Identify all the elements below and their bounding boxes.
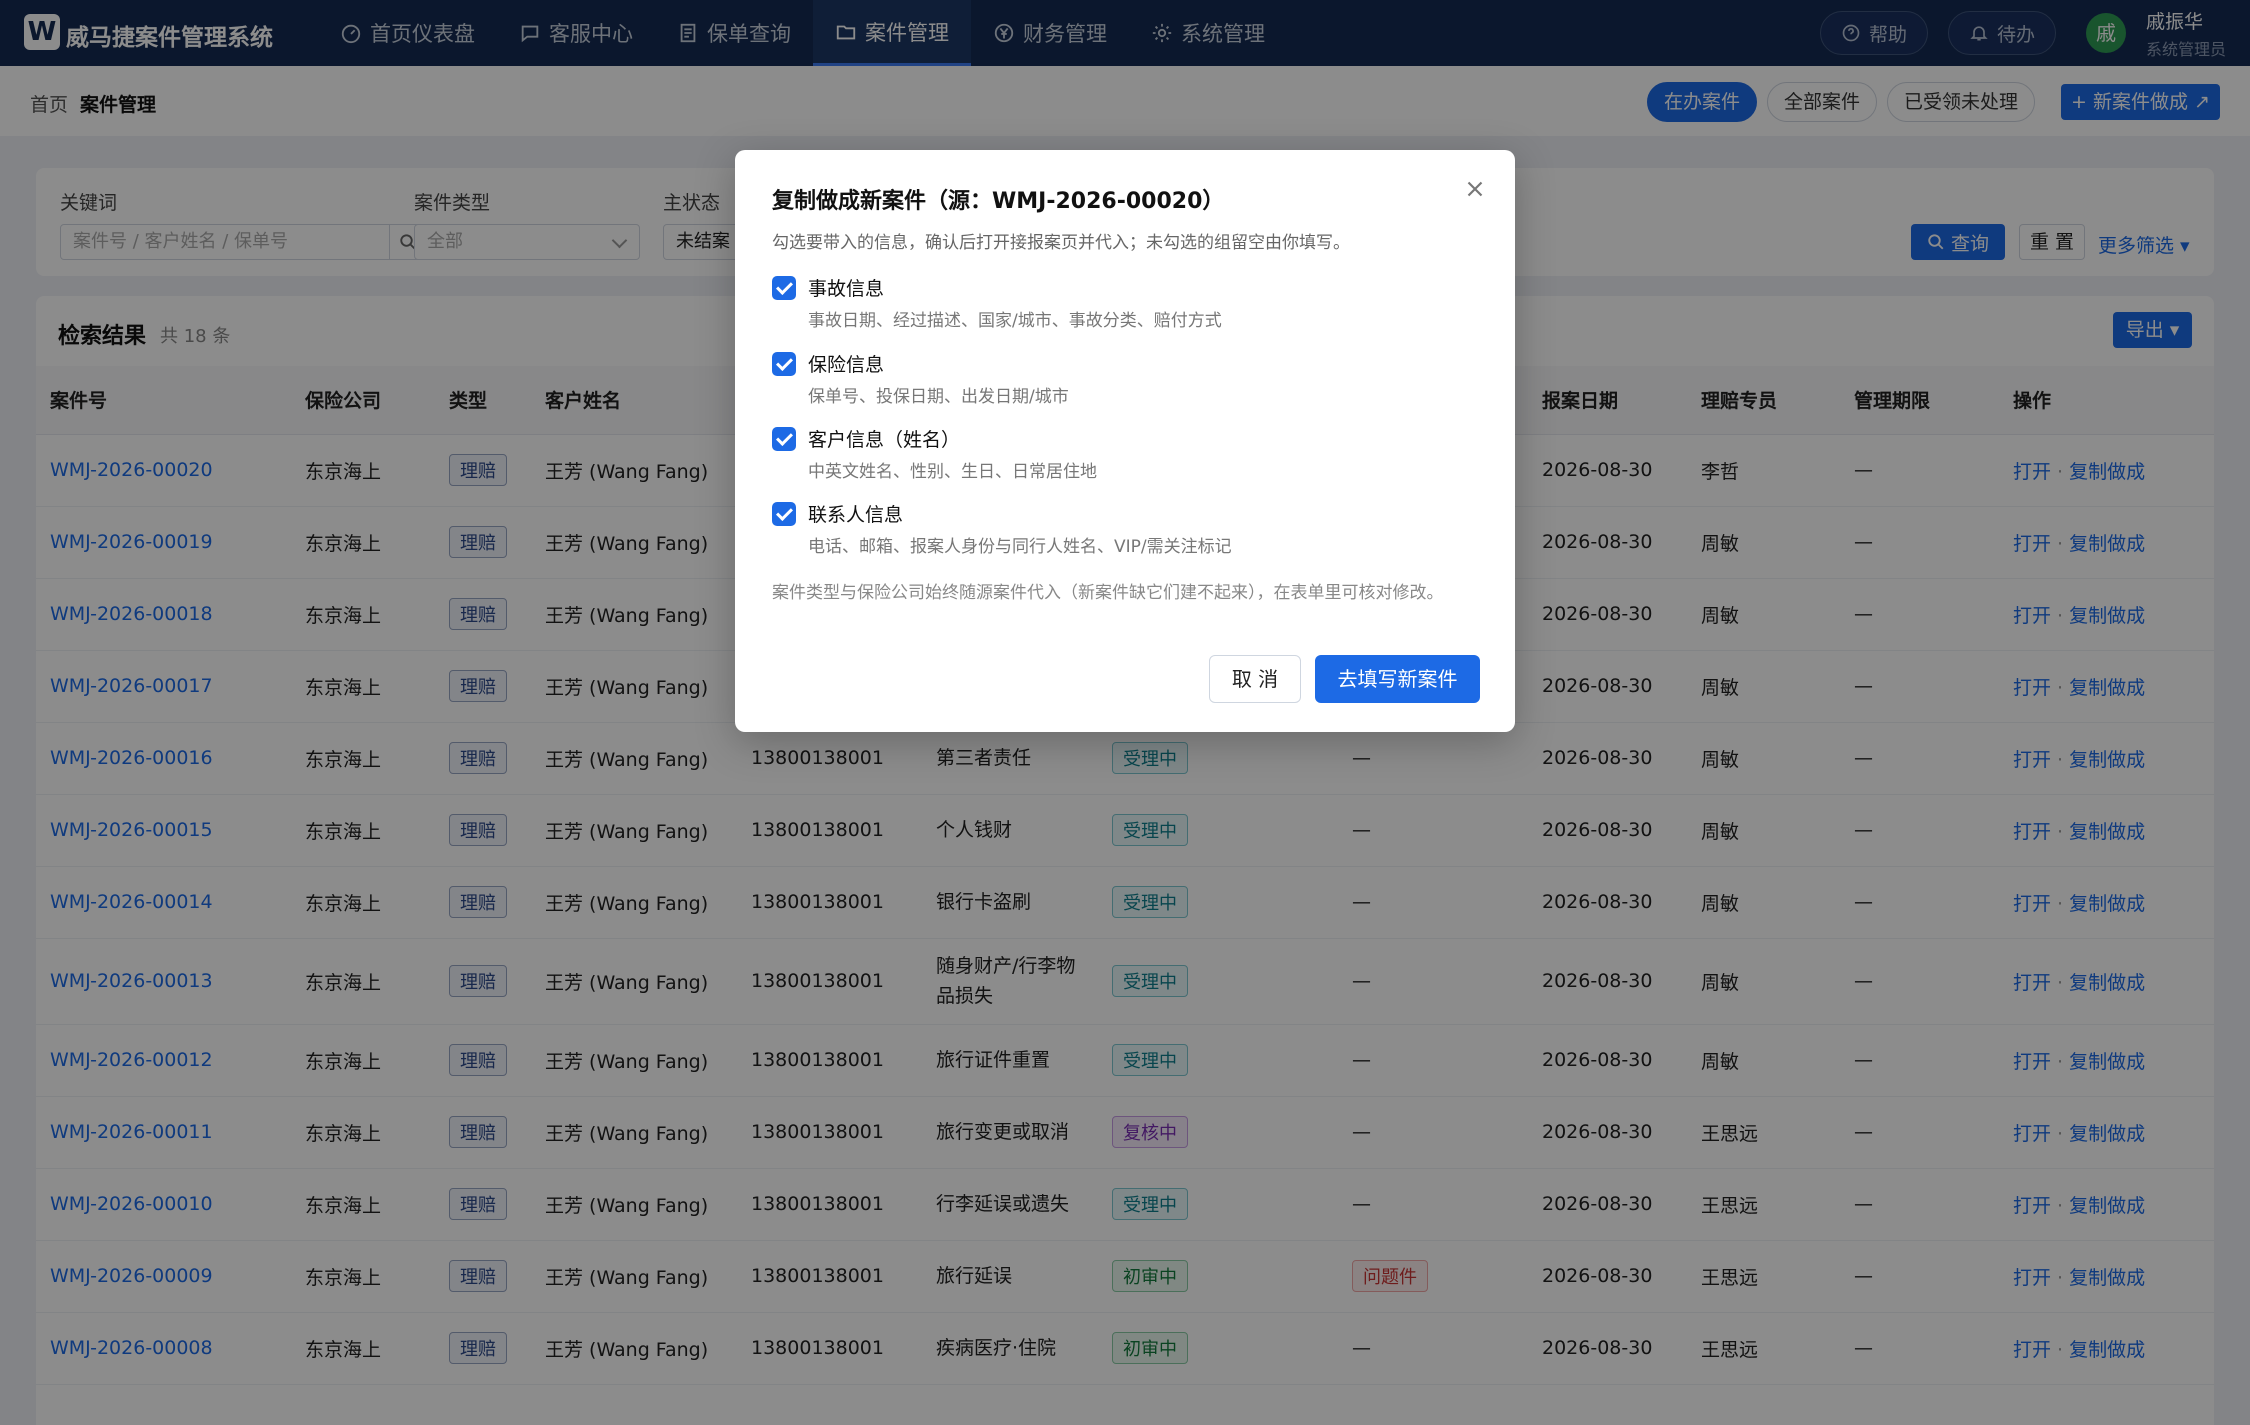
option-subtitle: 电话、邮箱、报案人身份与同行人姓名、VIP/需关注标记 (808, 537, 1232, 557)
dialog-note: 案件类型与保险公司始终随源案件代入（新案件缺它们建不起来），在表单里可核对修改。 (772, 583, 1444, 603)
option-subtitle: 中英文姓名、性别、生日、日常居住地 (808, 462, 1097, 482)
checkbox-accident[interactable] (772, 276, 796, 300)
cancel-button[interactable]: 取 消 (1209, 655, 1301, 703)
option-subtitle: 保单号、投保日期、出发日期/城市 (808, 387, 1069, 407)
dialog-title: 复制做成新案件（源：WMJ-2026-00020） (772, 189, 1225, 214)
confirm-button[interactable]: 去填写新案件 (1315, 655, 1480, 703)
option-subtitle: 事故日期、经过描述、国家/城市、事故分类、赔付方式 (808, 311, 1222, 331)
copy-case-dialog: 复制做成新案件（源：WMJ-2026-00020） 勾选要带入的信息，确认后打开… (735, 150, 1515, 732)
close-icon[interactable] (1462, 176, 1488, 202)
option-title: 联系人信息 (808, 504, 904, 526)
dialog-description: 勾选要带入的信息，确认后打开接报案页并代入；未勾选的组留空由你填写。 (772, 233, 1350, 253)
checkbox-contact[interactable] (772, 502, 796, 526)
checkbox-customer[interactable] (772, 427, 796, 451)
checkbox-insurance[interactable] (772, 352, 796, 376)
option-title: 事故信息 (808, 278, 885, 300)
option-title: 保险信息 (808, 354, 885, 376)
option-title: 客户信息（姓名） (808, 429, 961, 451)
